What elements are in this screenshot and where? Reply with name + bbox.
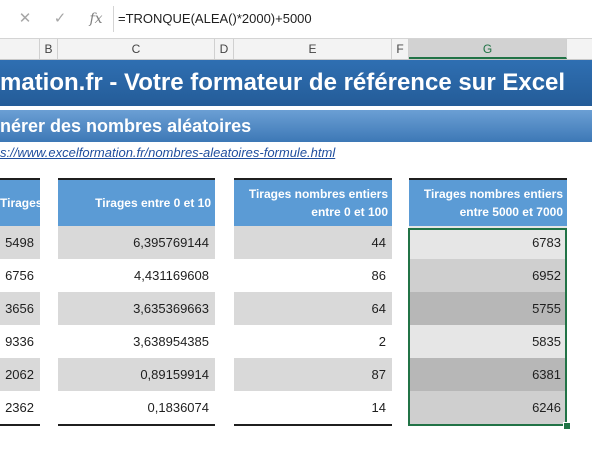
formula-bar-separator: [113, 6, 114, 32]
page-title: mation.fr - Votre formateur de référence…: [0, 69, 566, 96]
table-cell[interactable]: 44: [234, 226, 392, 259]
table-bottom-border: [234, 424, 392, 426]
table-cell[interactable]: 5755: [409, 292, 567, 325]
table-cell[interactable]: 3,638954385: [58, 325, 215, 358]
title-banner: mation.fr - Votre formateur de référence…: [0, 60, 592, 106]
table-cell[interactable]: 6783: [409, 226, 567, 259]
table-cell[interactable]: 2062: [0, 358, 40, 391]
table-header-c[interactable]: Tirages entre 0 et 10: [58, 178, 215, 226]
table-cell[interactable]: 14: [234, 391, 392, 424]
column-header-b[interactable]: B: [40, 39, 58, 59]
table-column-c: Tirages entre 0 et 10 6,395769144 4,4311…: [58, 178, 215, 426]
column-header-c[interactable]: C: [58, 39, 215, 59]
table-bottom-border: [58, 424, 215, 426]
table-cell[interactable]: 4,431169608: [58, 259, 215, 292]
column-header-d[interactable]: D: [215, 39, 234, 59]
table-cell[interactable]: 0,1836074: [58, 391, 215, 424]
table-cell[interactable]: 3,635369663: [58, 292, 215, 325]
subtitle-banner: nérer des nombres aléatoires: [0, 110, 592, 142]
table-cell[interactable]: 6756: [0, 259, 40, 292]
formula-bar-icons: ✕ ✓ fx: [0, 0, 112, 38]
fill-handle[interactable]: [563, 422, 571, 430]
table-cell[interactable]: 64: [234, 292, 392, 325]
formula-input[interactable]: =TRONQUE(ALEA()*2000)+5000: [118, 0, 592, 38]
header-line: Tirages entre 0 et 10: [95, 196, 211, 210]
column-header-f[interactable]: F: [392, 39, 409, 59]
table-column-a: Tirages 5498 6756 3656 9336 2062 2362: [0, 178, 43, 426]
formula-bar: ✕ ✓ fx =TRONQUE(ALEA()*2000)+5000: [0, 0, 592, 39]
table-cell[interactable]: 5498: [0, 226, 40, 259]
table-cell[interactable]: 86: [234, 259, 392, 292]
table-cell[interactable]: 6246: [409, 391, 567, 424]
column-header-a[interactable]: [0, 39, 40, 59]
table-cell[interactable]: 0,89159914: [58, 358, 215, 391]
table-bottom-border: [409, 424, 567, 426]
page-subtitle: nérer des nombres aléatoires: [0, 116, 252, 136]
table-header-e[interactable]: Tirages nombres entiers entre 0 et 100: [234, 178, 392, 226]
check-icon[interactable]: ✓: [49, 9, 71, 29]
table-column-e: Tirages nombres entiers entre 0 et 100 4…: [234, 178, 392, 426]
table-column-g: Tirages nombres entiers entre 5000 et 70…: [409, 178, 567, 426]
table-bottom-border: [0, 424, 40, 426]
table-header-a[interactable]: Tirages: [0, 178, 43, 226]
table-cell[interactable]: 2362: [0, 391, 40, 424]
header-line: entre 5000 et 7000: [459, 205, 563, 219]
header-line: entre 0 et 100: [311, 205, 388, 219]
table-cell[interactable]: 87: [234, 358, 392, 391]
table-cell[interactable]: 6381: [409, 358, 567, 391]
table-cell[interactable]: 6952: [409, 259, 567, 292]
table-cell[interactable]: 2: [234, 325, 392, 358]
table-cell[interactable]: 9336: [0, 325, 40, 358]
header-line: Tirages nombres entiers: [423, 187, 563, 201]
column-header-h[interactable]: [567, 39, 592, 59]
table-cell[interactable]: 3656: [0, 292, 40, 325]
table-header-g[interactable]: Tirages nombres entiers entre 5000 et 70…: [409, 178, 567, 226]
source-link[interactable]: s://www.excelformation.fr/nombres-aleato…: [0, 143, 335, 163]
column-header-g[interactable]: G: [409, 39, 567, 59]
table-cell[interactable]: 6,395769144: [58, 226, 215, 259]
cancel-icon[interactable]: ✕: [14, 9, 36, 29]
column-headers: B C D E F G: [0, 39, 592, 60]
header-line: Tirages: [0, 196, 43, 210]
column-header-e[interactable]: E: [234, 39, 392, 59]
table-cell[interactable]: 5835: [409, 325, 567, 358]
header-line: Tirages nombres entiers: [248, 187, 388, 201]
insert-function-icon[interactable]: fx: [85, 9, 107, 29]
